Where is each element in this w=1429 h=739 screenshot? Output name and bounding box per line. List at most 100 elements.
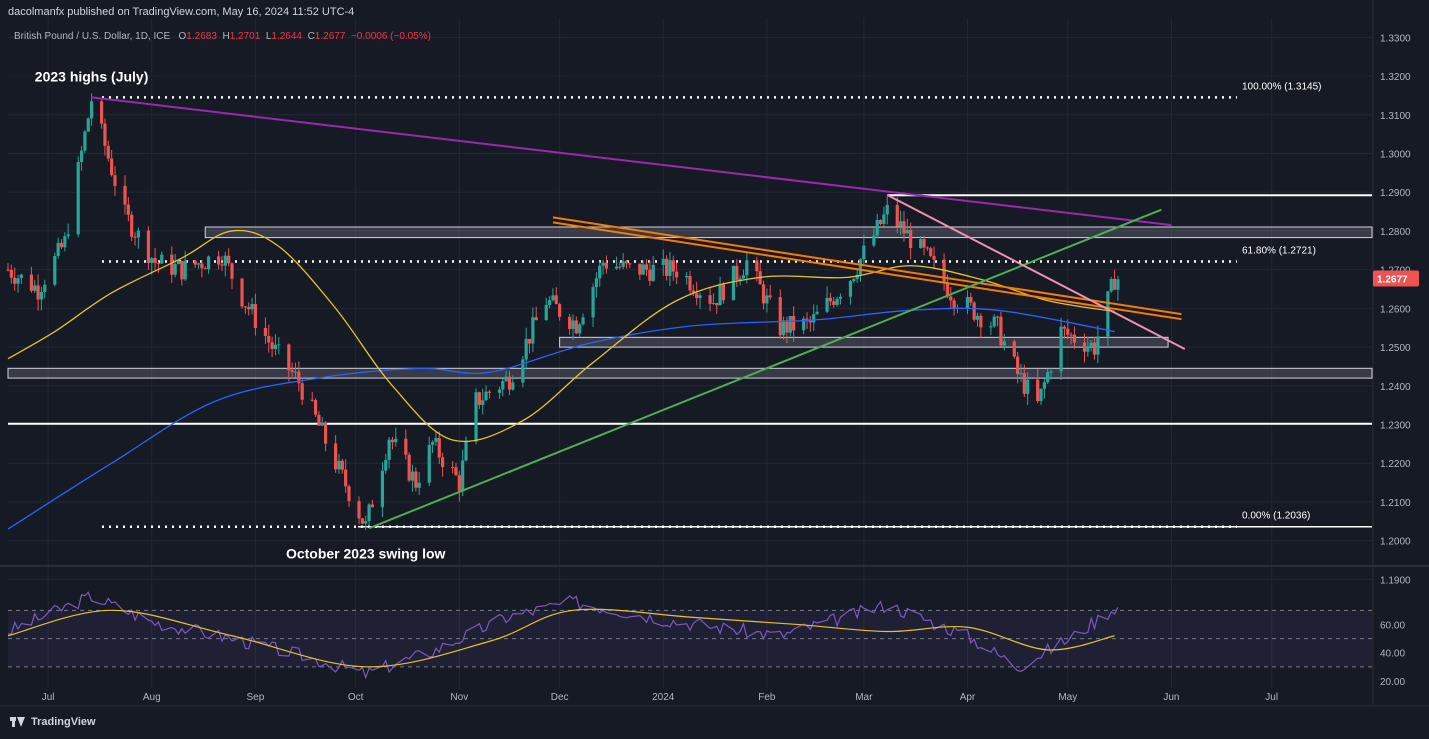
price-tick-label: 1.1900 xyxy=(1380,575,1411,586)
candle-body xyxy=(651,264,655,281)
candle-body xyxy=(220,264,224,266)
candle-body xyxy=(979,315,983,328)
candle-body xyxy=(243,306,247,308)
candle-body xyxy=(437,437,441,458)
candle-body xyxy=(547,300,552,306)
close-key: C xyxy=(307,31,315,42)
candle-body xyxy=(695,293,699,299)
candle-body xyxy=(417,482,421,488)
candle-body xyxy=(1049,371,1053,373)
candle-body xyxy=(624,261,629,264)
candle-body xyxy=(1086,346,1090,352)
candle-body xyxy=(902,221,906,234)
candle-body xyxy=(146,230,151,264)
candle-body xyxy=(250,304,254,310)
candle-body xyxy=(344,469,348,487)
candle-body xyxy=(581,317,585,325)
candle-body xyxy=(6,269,10,271)
candle-body xyxy=(778,297,782,336)
candle-body xyxy=(441,457,445,468)
candle-body xyxy=(675,271,679,278)
candle-body xyxy=(126,204,130,215)
candle-body xyxy=(858,259,863,275)
candle-body xyxy=(313,400,318,415)
tradingview-footer[interactable]: TradingView xyxy=(10,716,96,728)
candle-body xyxy=(745,260,749,276)
candle-body xyxy=(367,504,371,522)
candle-body xyxy=(591,287,595,318)
candle-body xyxy=(227,255,231,264)
candle-body xyxy=(621,261,625,267)
candle-body xyxy=(86,118,90,132)
price-tick-label: 1.3000 xyxy=(1380,150,1411,161)
sr-zone xyxy=(204,226,1373,239)
candle-body xyxy=(975,315,980,320)
time-tick-label: Aug xyxy=(143,692,161,703)
candle-body xyxy=(741,275,746,279)
candle-body xyxy=(895,204,899,227)
candle-body xyxy=(992,316,996,327)
candle-body xyxy=(815,311,819,315)
candle-body xyxy=(664,258,669,276)
candle-body xyxy=(568,316,572,329)
candle-body xyxy=(507,376,512,390)
candle-body xyxy=(19,274,23,279)
candle-body xyxy=(474,392,478,442)
candle-body xyxy=(768,295,772,298)
candle-body xyxy=(1002,341,1006,346)
price-tick-label: 1.2300 xyxy=(1380,421,1411,432)
candle-body xyxy=(160,254,164,264)
candle-body xyxy=(965,296,970,308)
candle-body xyxy=(247,306,251,310)
candle-body xyxy=(661,258,665,265)
candle-body xyxy=(875,219,879,236)
candle-body xyxy=(872,235,876,246)
candle-body xyxy=(364,521,368,524)
candle-body xyxy=(323,422,328,444)
candle-body xyxy=(387,439,391,460)
candle-body xyxy=(1042,382,1046,389)
candle-body xyxy=(79,150,84,162)
candle-body xyxy=(715,303,719,306)
candle-body xyxy=(614,266,619,269)
candle-body xyxy=(812,314,816,323)
candle-body xyxy=(731,265,736,301)
candle-body xyxy=(464,441,468,461)
publisher-line: dacolmanfx published on TradingView.com,… xyxy=(8,6,355,18)
rsi-tick-label: 40.00 xyxy=(1380,649,1405,660)
candle-body xyxy=(203,268,207,270)
candle-body xyxy=(1022,373,1026,394)
candle-body xyxy=(1016,356,1020,374)
candle-body xyxy=(835,298,839,305)
candle-body xyxy=(100,101,104,124)
candle-body xyxy=(404,438,408,455)
candle-body xyxy=(16,278,20,284)
candle-body xyxy=(484,391,488,401)
candle-body xyxy=(340,460,344,470)
candle-body xyxy=(1096,336,1100,355)
candle-body xyxy=(173,263,177,275)
candle-body xyxy=(1112,278,1117,290)
price-tick-label: 1.2000 xyxy=(1380,537,1411,548)
sr-zone xyxy=(7,367,1373,379)
time-tick-label: Jul xyxy=(1265,692,1278,703)
candle-body xyxy=(427,444,431,483)
candle-body xyxy=(558,304,562,317)
candle-body xyxy=(180,260,184,280)
open-value: 1.2683 xyxy=(186,31,217,42)
candle-body xyxy=(825,297,829,312)
candle-body xyxy=(430,441,435,445)
candle-body xyxy=(534,317,538,321)
candle-body xyxy=(89,101,94,119)
rsi-tick-label: 20.00 xyxy=(1380,677,1405,688)
candle-body xyxy=(922,239,926,248)
candle-body xyxy=(136,230,140,238)
time-tick-label: Oct xyxy=(348,692,364,703)
candle-body xyxy=(862,245,866,260)
time-tick-label: Mar xyxy=(855,692,873,703)
time-tick-label: Jul xyxy=(42,692,55,703)
candle-body xyxy=(150,258,154,264)
candle-body xyxy=(899,221,903,227)
candle-body xyxy=(461,460,465,491)
candle-body xyxy=(457,475,461,491)
